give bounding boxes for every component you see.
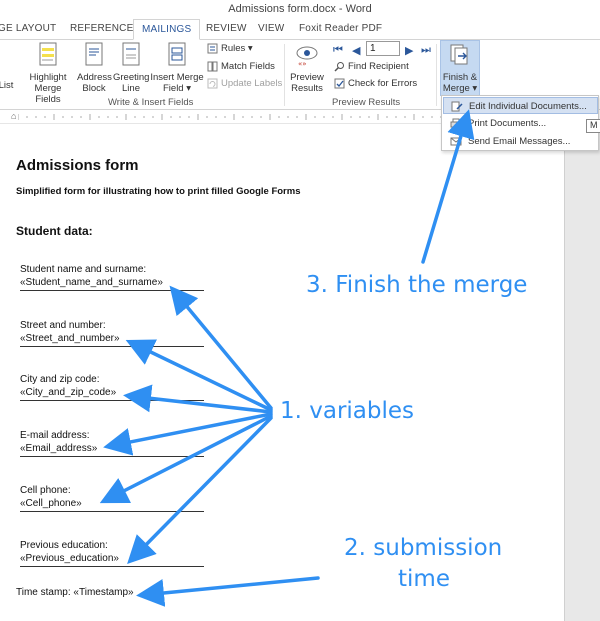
address-block-label-2: Block — [82, 83, 106, 94]
list-label: List — [0, 80, 14, 91]
merge-field[interactable]: «Street_and_number» — [20, 331, 204, 347]
insert-merge-field-button[interactable]: Insert Merge Field ▾ — [150, 42, 204, 94]
form-field: E-mail address: «Email_address» — [20, 430, 204, 457]
find-recipient-label: Find Recipient — [348, 61, 409, 73]
svg-text:«»: «» — [298, 60, 307, 68]
greeting-line-icon — [122, 42, 140, 66]
finish-merge-label-1: Finish & — [442, 72, 478, 83]
ribbon-tabs: GE LAYOUT REFERENCES MAILINGS REVIEW VIE… — [0, 19, 600, 40]
finish-merge-icon — [450, 44, 468, 65]
indent-marker-icon[interactable]: ⌂ — [11, 111, 16, 121]
ribbon-separator — [436, 44, 437, 106]
first-record-icon[interactable]: ⏮ — [333, 44, 343, 57]
update-labels-icon — [207, 78, 218, 89]
printer-icon — [450, 118, 462, 128]
match-fields-icon — [207, 61, 218, 72]
insert-merge-field-icon — [168, 42, 186, 66]
preview-results-button[interactable]: «» Preview Results — [288, 42, 326, 94]
check-for-errors-button[interactable]: Check for Errors — [334, 78, 417, 89]
email-icon — [450, 137, 462, 146]
edit-documents-icon — [451, 101, 463, 112]
tooltip-stub: M — [586, 119, 600, 133]
menu-item-edit-individual-documents[interactable]: Edit Individual Documents... — [443, 97, 598, 114]
document-subtitle: Simplified form for illustrating how to … — [16, 186, 301, 197]
write-insert-group-label: Write & Insert Fields — [108, 97, 194, 108]
previous-record-icon[interactable]: ◀ — [352, 44, 360, 57]
menu-item-label: Print Documents... — [468, 118, 547, 129]
finish-merge-button[interactable]: Finish & Merge ▾ — [440, 42, 480, 94]
menu-item-label: Edit Individual Documents... — [469, 101, 587, 112]
tab-page-layout[interactable]: GE LAYOUT — [0, 23, 56, 34]
insert-merge-field-label-1: Insert Merge — [150, 72, 204, 83]
field-label: Previous education: — [20, 540, 108, 551]
merge-field[interactable]: «Cell_phone» — [20, 496, 204, 512]
annotation-finish-merge: 3. Finish the merge — [306, 272, 528, 298]
check-for-errors-icon — [334, 78, 345, 89]
greeting-line-label-1: Greeting — [113, 72, 150, 83]
list-button[interactable]: List — [0, 80, 14, 91]
merge-field[interactable]: «Previous_education» — [20, 551, 204, 567]
title-bar: Admissions form.docx - Word — [0, 0, 600, 20]
rules-icon — [207, 43, 218, 54]
address-block-icon — [85, 42, 103, 66]
match-fields-label: Match Fields — [221, 61, 275, 73]
address-block-label-1: Address — [77, 72, 112, 83]
annotation-submission-time: time — [398, 566, 450, 592]
section-title: Student data: — [16, 224, 93, 238]
tab-foxit-reader-pdf[interactable]: Foxit Reader PDF — [299, 23, 382, 34]
field-label: Cell phone: — [20, 485, 71, 496]
menu-item-print-documents[interactable]: Print Documents... — [443, 115, 598, 132]
annotation-variables: 1. variables — [280, 398, 415, 424]
tab-view[interactable]: VIEW — [258, 23, 284, 34]
find-recipient-icon — [334, 62, 344, 72]
field-label: City and zip code: — [20, 374, 100, 385]
preview-results-group-label: Preview Results — [332, 97, 401, 108]
field-label: E-mail address: — [20, 430, 90, 441]
preview-results-icon: «» — [296, 46, 318, 68]
match-fields-button[interactable]: Match Fields — [207, 61, 275, 72]
update-labels-button[interactable]: Update Labels — [207, 78, 282, 89]
insert-merge-field-label-2: Field ▾ — [163, 83, 191, 94]
page-gutter — [564, 124, 600, 621]
highlight-merge-fields-button[interactable]: Highlight Merge Fields — [22, 42, 74, 105]
highlight-merge-fields-label-1: Highlight — [29, 72, 67, 83]
tab-references[interactable]: REFERENCES — [70, 23, 140, 34]
ribbon-separator — [284, 44, 285, 106]
window-title: Admissions form.docx - Word — [228, 3, 372, 15]
greeting-line-label-2: Line — [122, 83, 140, 94]
rules-label: Rules ▾ — [221, 43, 253, 55]
finish-merge-menu: Edit Individual Documents... Print Docum… — [441, 95, 599, 151]
check-for-errors-label: Check for Errors — [348, 78, 418, 90]
find-recipient-button[interactable]: Find Recipient — [334, 61, 409, 72]
rules-button[interactable]: Rules ▾ — [207, 43, 253, 54]
highlight-merge-fields-icon — [39, 42, 57, 66]
tab-mailings[interactable]: MAILINGS — [133, 19, 201, 40]
menu-item-label: Send Email Messages... — [468, 136, 571, 147]
merge-field[interactable]: «Student_name_and_surname» — [20, 275, 204, 291]
update-labels-label: Update Labels — [221, 78, 283, 90]
form-field: Previous education: «Previous_education» — [20, 540, 204, 567]
greeting-line-button[interactable]: Greeting Line — [113, 42, 149, 94]
form-field: Cell phone: «Cell_phone» — [20, 485, 204, 512]
preview-results-label-1: Preview — [290, 72, 324, 83]
address-block-button[interactable]: Address Block — [77, 42, 112, 94]
tab-review[interactable]: REVIEW — [206, 23, 247, 34]
field-label: Street and number: — [20, 320, 106, 331]
finish-merge-label-2: Merge ▾ — [442, 83, 478, 94]
merge-field[interactable]: «City_and_zip_code» — [20, 385, 204, 401]
document-title: Admissions form — [16, 157, 139, 174]
highlight-merge-fields-label-2: Merge Fields — [34, 83, 62, 105]
field-label: Student name and surname: — [20, 264, 147, 275]
preview-results-label-2: Results — [291, 83, 323, 94]
last-record-icon[interactable]: ⏭ — [421, 44, 431, 57]
menu-item-send-email-messages[interactable]: Send Email Messages... — [443, 133, 598, 150]
timestamp-line[interactable]: Time stamp: «Timestamp» — [16, 587, 134, 598]
next-record-icon[interactable]: ▶ — [405, 44, 413, 57]
form-field: City and zip code: «City_and_zip_code» — [20, 374, 204, 401]
annotation-submission: 2. submission — [344, 535, 503, 561]
form-field: Street and number: «Street_and_number» — [20, 320, 204, 347]
form-field: Student name and surname: «Student_name_… — [20, 264, 204, 291]
merge-field[interactable]: «Email_address» — [20, 441, 204, 457]
record-number-input[interactable]: 1 — [366, 41, 400, 56]
